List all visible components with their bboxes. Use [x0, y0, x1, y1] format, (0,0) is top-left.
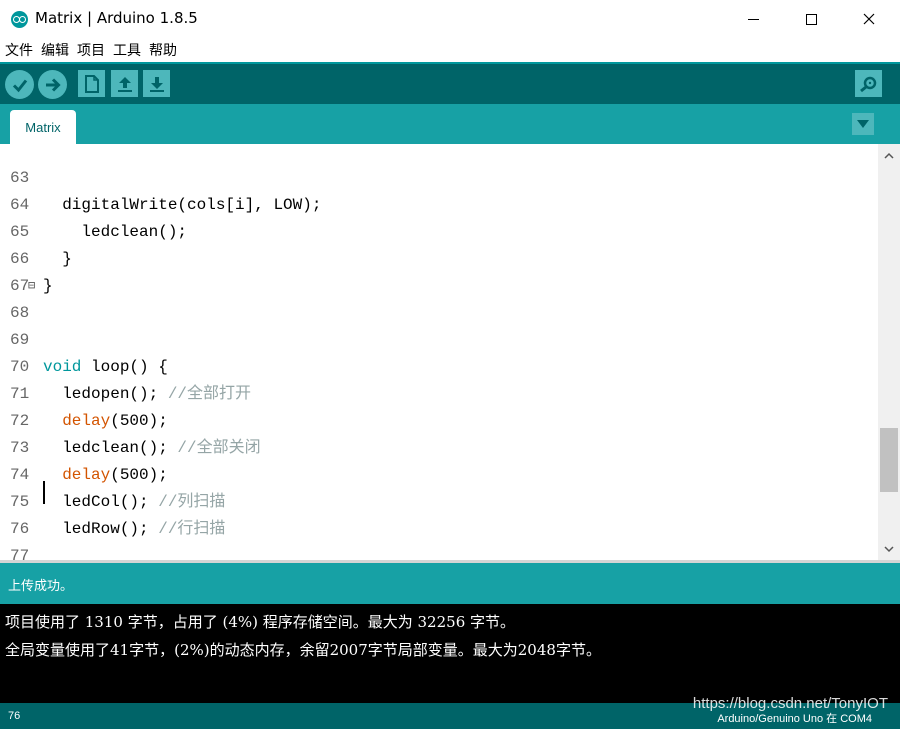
menu-file[interactable]: 文件: [5, 40, 33, 60]
maximize-button[interactable]: [782, 0, 840, 38]
code-line: 63 digitalWrite(cols[i], LOW);: [0, 144, 878, 214]
text-cursor: [43, 481, 45, 504]
menu-help[interactable]: 帮助: [149, 40, 177, 60]
chevron-down-icon: [884, 545, 894, 552]
serial-monitor-button[interactable]: [855, 70, 882, 97]
code-area[interactable]: 63 digitalWrite(cols[i], LOW); 64 ledcle…: [0, 144, 878, 560]
tab-strip: Matrix: [0, 104, 900, 144]
scroll-down-button[interactable]: [878, 540, 900, 558]
new-file-icon: [84, 74, 99, 93]
code-line: 65 }: [0, 192, 878, 268]
menu-edit[interactable]: 编辑: [41, 40, 69, 60]
code-line: 76: [0, 489, 878, 538]
close-button[interactable]: [840, 0, 898, 38]
code-line: 73 delay(500);: [0, 408, 878, 484]
chevron-up-icon: [884, 152, 894, 159]
magnifier-icon: [859, 76, 876, 92]
upload-button[interactable]: [38, 70, 67, 99]
menu-tools[interactable]: 工具: [113, 40, 141, 60]
code-line: 67: [0, 246, 878, 295]
open-button[interactable]: [111, 70, 138, 97]
scroll-up-button[interactable]: [878, 146, 900, 164]
cursor-line-number: 76: [8, 710, 21, 722]
board-port-label: Arduino/Genuino Uno 在 COM4: [717, 713, 872, 725]
code-line: 69: [0, 300, 878, 349]
code-editor[interactable]: 63 digitalWrite(cols[i], LOW); 64 ledcle…: [0, 144, 900, 560]
code-line: 74 ledCol(); //列扫描: [0, 435, 878, 511]
maximize-icon: [805, 13, 817, 25]
minimize-button[interactable]: [724, 0, 782, 38]
code-line: 75 ledRow(); //行扫描: [0, 462, 878, 538]
code-line: 71 delay(500);: [0, 354, 878, 430]
save-button[interactable]: [143, 70, 170, 97]
arduino-logo-icon: [11, 11, 28, 28]
scroll-thumb[interactable]: [880, 428, 898, 492]
status-bar: 上传成功。: [0, 563, 900, 604]
close-icon: [863, 13, 875, 25]
console-output[interactable]: 项目使用了 1310 字节，占用了 (4%) 程序存储空间。最大为 32256 …: [0, 604, 900, 703]
tab-matrix[interactable]: Matrix: [10, 110, 76, 144]
title-bar: Matrix | Arduino 1.8.5: [0, 0, 900, 38]
menu-bar: 文件 编辑 项目 工具 帮助: [0, 38, 900, 62]
toolbar: [0, 62, 900, 104]
save-icon: [149, 76, 164, 92]
console-line: 全局变量使用了41字节，(2%)的动态内存，余留2007字节局部变量。最大为20…: [5, 641, 601, 659]
watermark-text: https://blog.csdn.net/TonyIOT: [692, 695, 888, 712]
code-line: 70 ledopen(); //全部打开: [0, 327, 878, 403]
new-sketch-button[interactable]: [78, 70, 105, 97]
fold-toggle-icon[interactable]: ⊟: [28, 273, 35, 300]
triangle-down-icon: [857, 120, 869, 128]
window-title: Matrix | Arduino 1.8.5: [35, 9, 198, 27]
console-line: 项目使用了 1310 字节，占用了 (4%) 程序存储空间。最大为 32256 …: [5, 613, 516, 631]
minimize-icon: [747, 18, 759, 20]
code-line: 77 }: [0, 516, 878, 560]
tab-menu-button[interactable]: [852, 113, 874, 135]
checkmark-icon: [12, 79, 27, 92]
open-icon: [117, 76, 132, 92]
menu-sketch[interactable]: 项目: [77, 40, 105, 60]
code-line: 68 ⊟ void loop() {: [0, 273, 878, 376]
code-line: 72 ledclean(); //全部关闭: [0, 381, 878, 457]
code-line: 78: [0, 543, 878, 560]
status-message: 上传成功。: [8, 579, 74, 594]
code-line: 66 }: [0, 219, 878, 295]
vertical-scrollbar[interactable]: [878, 144, 900, 560]
arrow-right-icon: [45, 77, 61, 92]
tab-label: Matrix: [25, 119, 61, 135]
code-line: 64 ledclean();: [0, 165, 878, 241]
verify-button[interactable]: [5, 70, 34, 99]
